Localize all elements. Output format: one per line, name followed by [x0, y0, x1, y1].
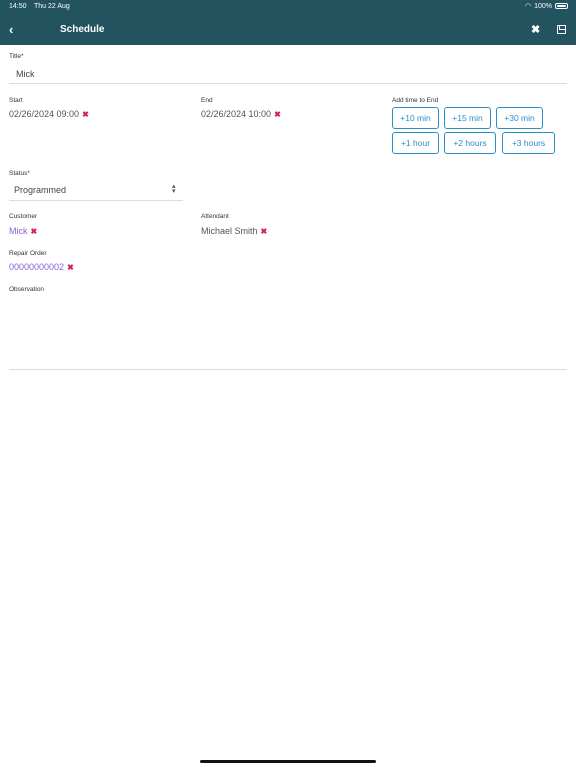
attendant-value[interactable]: Michael Smith — [201, 226, 258, 236]
start-label: Start — [9, 97, 23, 104]
observation-underline — [9, 369, 567, 370]
app-header: 14:50 Thu 22 Aug ◠ 100% ‹ Schedule ✖ — [0, 0, 576, 45]
status-date: Thu 22 Aug — [34, 3, 70, 10]
status-underline — [9, 200, 183, 201]
repair-order-link[interactable]: 00000000002 — [9, 262, 64, 272]
battery-percent: 100% — [534, 2, 552, 10]
customer-link[interactable]: Mick — [9, 226, 28, 236]
status-value[interactable]: Programmed — [14, 185, 66, 195]
observation-textarea[interactable] — [9, 300, 567, 366]
end-value[interactable]: 02/26/2024 10:00 — [201, 109, 271, 119]
status-indicators: ◠ 100% — [525, 2, 568, 10]
chevron-updown-icon[interactable]: ▴ ▾ — [172, 183, 176, 195]
add-1-hour-button[interactable]: +1 hour — [392, 132, 439, 154]
clear-customer-icon[interactable]: ✖ — [31, 227, 38, 236]
battery-icon — [555, 3, 568, 9]
start-value[interactable]: 02/26/2024 09:00 — [9, 109, 79, 119]
status-bar: 14:50 Thu 22 Aug ◠ 100% — [0, 0, 576, 14]
attendant-label: Attendant — [201, 213, 229, 220]
add-10-min-button[interactable]: +10 min — [392, 107, 439, 129]
add-3-hours-button[interactable]: +3 hours — [502, 132, 555, 154]
observation-label: Observation — [9, 286, 45, 293]
repair-order-field[interactable]: 00000000002 ✖ — [9, 262, 74, 272]
save-icon[interactable] — [557, 25, 566, 34]
add-15-min-button[interactable]: +15 min — [444, 107, 491, 129]
end-label: End — [201, 97, 213, 104]
wifi-icon: ◠ — [524, 3, 532, 10]
clear-attendant-icon[interactable]: ✖ — [261, 227, 268, 236]
status-time: 14:50 — [9, 3, 27, 10]
add-2-hours-button[interactable]: +2 hours — [444, 132, 496, 154]
chevron-left-icon[interactable]: ‹ — [9, 22, 23, 38]
attendant-field[interactable]: Michael Smith ✖ — [201, 226, 267, 236]
title-input[interactable]: Mick — [16, 69, 35, 79]
customer-label: Customer — [9, 213, 38, 220]
clear-end-icon[interactable]: ✖ — [274, 110, 281, 119]
clear-start-icon[interactable]: ✖ — [82, 110, 89, 119]
page-title: Schedule — [60, 24, 105, 35]
repair-order-label: Repair Order — [9, 250, 47, 257]
title-label: Title* — [9, 53, 24, 60]
title-underline — [9, 83, 567, 84]
end-field[interactable]: 02/26/2024 10:00 ✖ — [201, 109, 281, 119]
customer-field[interactable]: Mick ✖ — [9, 226, 37, 236]
add-time-label: Add time to End — [392, 97, 439, 104]
close-icon[interactable]: ✖ — [531, 23, 540, 36]
home-indicator — [200, 760, 376, 763]
add-30-min-button[interactable]: +30 min — [496, 107, 543, 129]
status-label: Status* — [9, 170, 30, 177]
clear-repair-order-icon[interactable]: ✖ — [67, 263, 74, 272]
start-field[interactable]: 02/26/2024 09:00 ✖ — [9, 109, 89, 119]
